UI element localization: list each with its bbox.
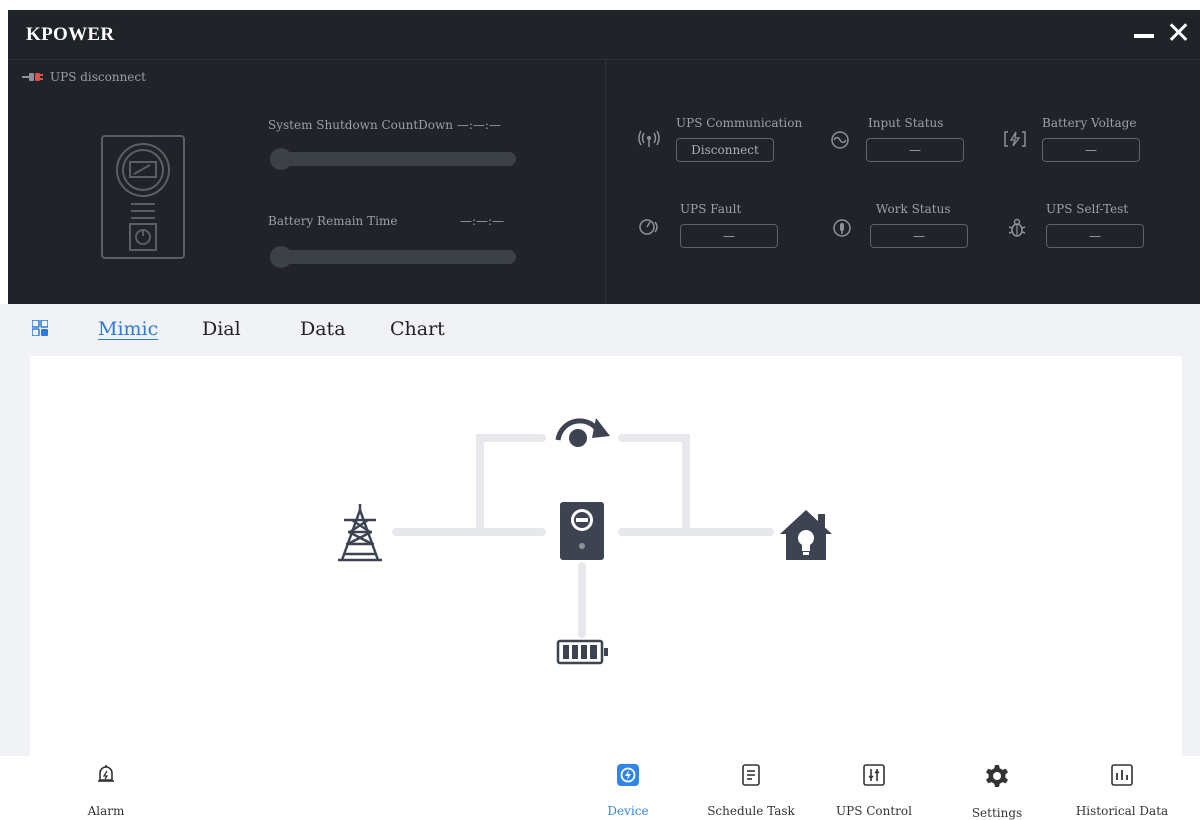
battery-charge-icon (1004, 131, 1026, 147)
battery-icon (556, 639, 608, 665)
control-icon (863, 764, 885, 786)
panel-divider (605, 60, 606, 304)
tab-dial[interactable]: Dial (202, 318, 241, 340)
minimize-button[interactable] (1130, 18, 1160, 50)
status-value-box: — (1042, 138, 1140, 162)
device-icon (617, 764, 639, 786)
canvas-gutter-left (0, 356, 30, 756)
status-label: UPS Self-Test (1046, 202, 1129, 216)
nav-device[interactable]: Device (588, 756, 668, 820)
nav-label: Alarm (87, 804, 125, 818)
status-value-box: — (870, 224, 968, 248)
connection-status-text: UPS disconnect (50, 70, 146, 84)
historical-chart-icon (1111, 764, 1133, 786)
grid-view-icon[interactable] (32, 320, 48, 336)
nav-label: Settings (971, 806, 1023, 820)
status-value-box: — (1046, 224, 1144, 248)
tab-data[interactable]: Data (300, 318, 346, 340)
status-label: Input Status (868, 116, 944, 130)
status-value-box: — (680, 224, 778, 248)
battery-remain-value: —:—:— (460, 214, 505, 228)
nav-schedule-task[interactable]: Schedule Task (696, 756, 806, 820)
status-panel: UPS disconnect System Shutdown CountDown… (8, 60, 1200, 304)
mimic-diagram (30, 356, 1182, 756)
nav-alarm[interactable]: Alarm (60, 756, 152, 820)
nav-historical-data[interactable]: Historical Data (1060, 756, 1184, 820)
battery-remain-slider[interactable] (270, 246, 516, 268)
ups-device-icon (101, 135, 185, 259)
status-value-box: — (866, 138, 964, 162)
shutdown-slider-knob[interactable] (270, 148, 292, 170)
tab-chart[interactable]: Chart (390, 318, 445, 340)
antenna-icon (638, 130, 660, 147)
nav-label: Historical Data (1075, 804, 1169, 818)
status-value-box: Disconnect (676, 138, 774, 162)
ups-icon (560, 502, 604, 560)
nav-ups-control[interactable]: UPS Control (824, 756, 924, 820)
status-label: UPS Fault (680, 202, 742, 216)
close-button[interactable]: ✕ (1166, 18, 1196, 50)
house-load-icon (780, 510, 832, 560)
shutdown-countdown-value: —:—:— (456, 118, 501, 132)
mimic-diagram-svg (338, 418, 832, 665)
nav-label: UPS Control (836, 804, 912, 818)
status-label: Battery Voltage (1042, 116, 1137, 130)
status-label: Work Status (876, 202, 951, 216)
battery-remain-label: Battery Remain Time (268, 214, 398, 228)
canvas-gutter-right (1182, 356, 1200, 756)
nav-settings[interactable]: Settings (952, 756, 1042, 820)
shutdown-countdown-slider[interactable] (270, 148, 516, 170)
gear-icon (986, 765, 1008, 787)
connection-status: UPS disconnect (22, 70, 146, 84)
bottom-nav: Alarm Device Schedule Task UPS Control S… (0, 756, 1200, 820)
nav-label: Device (607, 804, 649, 818)
view-tabs: Mimic Dial Data Chart (0, 304, 1200, 356)
schedule-icon (742, 764, 760, 786)
self-test-bug-icon (1008, 218, 1026, 237)
power-tower-icon (338, 504, 382, 562)
fault-gauge-icon (639, 219, 658, 235)
bypass-icon (555, 418, 610, 447)
battery-slider-knob[interactable] (270, 246, 292, 268)
title-bar: KPOWER ✕ (8, 10, 1200, 60)
alarm-bell-icon (98, 765, 114, 782)
tab-mimic[interactable]: Mimic (98, 318, 158, 340)
work-status-icon (833, 219, 851, 237)
app-title: KPOWER (26, 24, 115, 45)
sine-wave-icon (831, 131, 849, 149)
shutdown-countdown-label: System Shutdown CountDown —:—:— (268, 118, 501, 132)
nav-label: Schedule Task (707, 804, 795, 818)
plug-disconnect-icon (22, 73, 43, 81)
status-label: UPS Communication (676, 116, 803, 130)
